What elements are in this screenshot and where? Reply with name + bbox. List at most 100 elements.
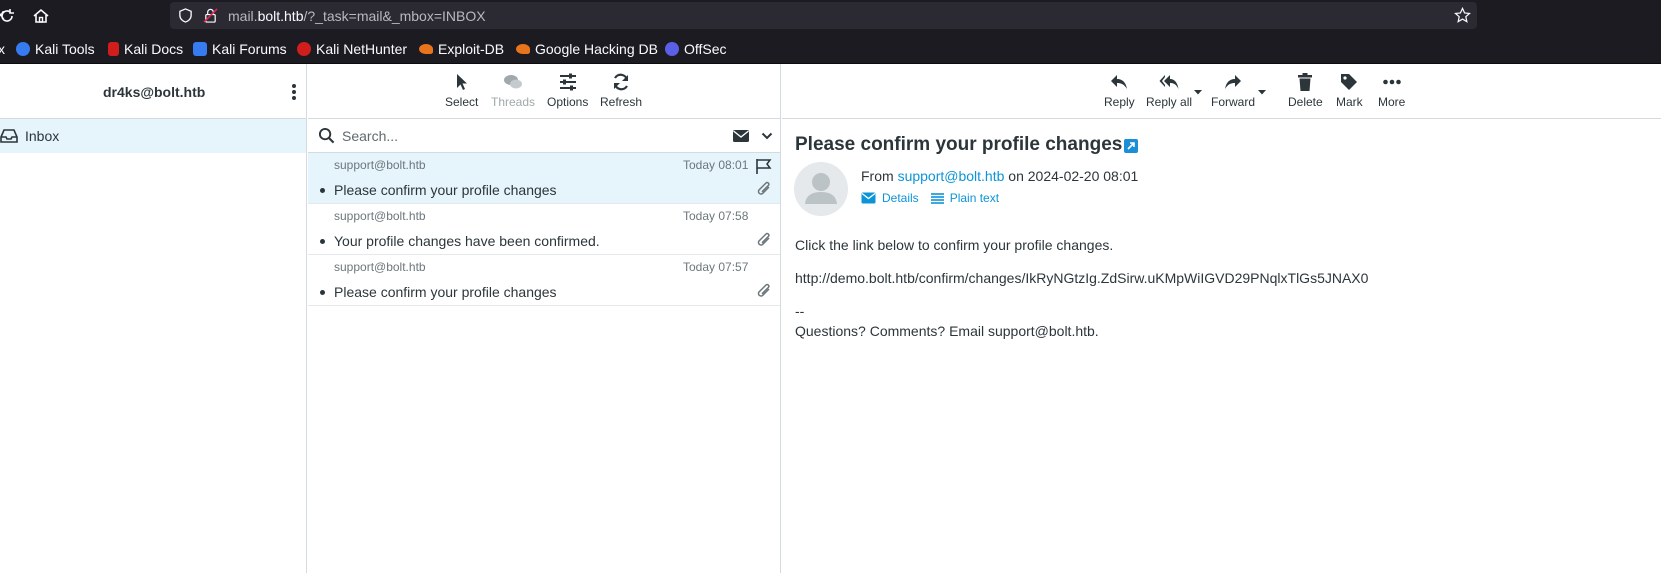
url-prefix: mail. bbox=[228, 8, 258, 24]
forward-dropdown-icon[interactable] bbox=[1257, 88, 1267, 96]
reply-icon bbox=[1111, 75, 1128, 89]
lines-icon bbox=[930, 192, 944, 204]
details-link[interactable]: Details bbox=[861, 191, 919, 205]
url-text[interactable]: mail.bolt.htb/?_task=mail&_mbox=INBOX bbox=[228, 8, 486, 24]
kali-forums-icon bbox=[193, 42, 207, 56]
bookmark-label: Kali Forums bbox=[212, 41, 287, 57]
list-toolbar: Select Threads Options Refresh bbox=[308, 64, 780, 119]
delete-button[interactable]: Delete bbox=[1288, 72, 1323, 109]
tag-icon bbox=[1341, 74, 1358, 90]
inbox-icon bbox=[0, 129, 18, 143]
message-row[interactable]: support@bolt.htb Today 07:57 Please conf… bbox=[308, 255, 780, 306]
message-row[interactable]: support@bolt.htb Today 08:01 Please conf… bbox=[308, 153, 780, 204]
address-bar[interactable]: mail.bolt.htb/?_task=mail&_mbox=INBOX bbox=[170, 2, 1477, 29]
options-button[interactable]: Options bbox=[547, 72, 588, 109]
from-line: From support@bolt.htb on 2024-02-20 08:0… bbox=[861, 168, 1138, 184]
refresh-button[interactable]: Refresh bbox=[600, 72, 642, 109]
reload-icon[interactable] bbox=[0, 7, 16, 25]
open-in-new-window-icon[interactable] bbox=[1124, 139, 1138, 153]
mark-label: Mark bbox=[1336, 95, 1363, 109]
message-subject: Please confirm your profile changes bbox=[334, 182, 557, 198]
folder-pane: dr4ks@bolt.htb Inbox bbox=[0, 64, 307, 573]
url-domain: bolt.htb bbox=[257, 8, 304, 24]
sliders-icon bbox=[559, 73, 576, 91]
bookmark-overflow[interactable]: x bbox=[0, 41, 5, 57]
bookmark-label: Kali Docs bbox=[124, 41, 184, 57]
search-icon bbox=[318, 127, 335, 144]
forward-icon bbox=[1225, 75, 1241, 89]
account-menu-icon[interactable] bbox=[289, 82, 299, 102]
insecure-lock-icon[interactable] bbox=[203, 8, 218, 23]
message-from: support@bolt.htb bbox=[334, 209, 426, 223]
mail-app: dr4ks@bolt.htb Inbox Select Threads Opti… bbox=[0, 64, 1661, 573]
comments-icon bbox=[504, 75, 523, 89]
message-subject-heading: Please confirm your profile changes bbox=[795, 134, 1123, 155]
reply-button[interactable]: Reply bbox=[1104, 72, 1135, 109]
forward-label: Forward bbox=[1211, 95, 1256, 109]
message-from: support@bolt.htb bbox=[334, 158, 426, 172]
chevron-down-icon[interactable] bbox=[761, 131, 773, 141]
folder-item-inbox[interactable]: Inbox bbox=[0, 119, 306, 153]
confirm-link[interactable]: http://demo.bolt.htb/confirm/changes/IkR… bbox=[795, 270, 1368, 286]
bookmark-offsec[interactable]: OffSec bbox=[665, 41, 727, 57]
bookmark-overflow-glyph: x bbox=[0, 41, 5, 57]
header-links: Details Plain text bbox=[861, 191, 999, 205]
browser-toolbar: x mail.bolt.htb/?_task=mail&_mbox=INBOX bbox=[0, 0, 1661, 32]
flag-icon[interactable] bbox=[755, 157, 773, 175]
more-button[interactable]: More bbox=[1378, 72, 1405, 109]
kali-nethunter-icon bbox=[297, 42, 311, 56]
envelope-icon[interactable] bbox=[732, 129, 750, 143]
reply-label: Reply bbox=[1104, 95, 1135, 109]
message-from: support@bolt.htb bbox=[334, 260, 426, 274]
threads-label: Threads bbox=[491, 95, 536, 109]
search-bar[interactable]: Search... bbox=[308, 119, 780, 153]
home-icon[interactable] bbox=[32, 7, 50, 25]
plain-text-link[interactable]: Plain text bbox=[930, 191, 1000, 205]
bookmark-label: Exploit-DB bbox=[438, 41, 505, 57]
shield-icon[interactable] bbox=[178, 8, 193, 23]
trash-icon bbox=[1298, 73, 1313, 91]
envelope-icon bbox=[861, 192, 876, 204]
cursor-icon bbox=[456, 74, 467, 90]
message-date: Today 08:01 bbox=[683, 158, 749, 172]
unread-dot bbox=[320, 239, 325, 244]
url-path: /?_task=mail&_mbox=INBOX bbox=[303, 8, 486, 24]
select-label: Select bbox=[445, 95, 479, 109]
ellipsis-icon bbox=[1382, 79, 1401, 85]
bookmark-google-hacking-db[interactable]: Google Hacking DB bbox=[516, 41, 658, 57]
message-list-pane: Select Threads Options Refresh Search...… bbox=[308, 64, 781, 573]
reply-all-label: Reply all bbox=[1146, 95, 1193, 109]
threads-button[interactable]: Threads bbox=[491, 72, 535, 109]
delete-label: Delete bbox=[1288, 95, 1323, 109]
bookmark-label: Kali NetHunter bbox=[316, 41, 408, 57]
bookmark-kali-tools[interactable]: Kali Tools bbox=[16, 41, 95, 57]
search-input[interactable]: Search... bbox=[342, 128, 398, 144]
bookmark-kali-nethunter[interactable]: Kali NetHunter bbox=[297, 41, 407, 57]
bookmark-kali-forums[interactable]: Kali Forums bbox=[193, 41, 287, 57]
bookmark-kali-docs[interactable]: Kali Docs bbox=[108, 41, 183, 57]
message-date-text: on 2024-02-20 08:01 bbox=[1008, 168, 1139, 184]
folder-header: dr4ks@bolt.htb bbox=[0, 64, 306, 119]
select-button[interactable]: Select bbox=[445, 72, 478, 109]
unread-dot bbox=[320, 188, 325, 193]
forward-button[interactable]: Forward bbox=[1211, 72, 1255, 109]
paperclip-icon bbox=[757, 181, 770, 195]
body-intro: Click the link below to confirm your pro… bbox=[795, 237, 1114, 253]
sender-link[interactable]: support@bolt.htb bbox=[898, 168, 1005, 184]
reply-all-dropdown-icon[interactable] bbox=[1193, 88, 1203, 96]
more-label: More bbox=[1378, 95, 1406, 109]
plain-text-label: Plain text bbox=[949, 191, 1000, 205]
bookmark-label: Google Hacking DB bbox=[535, 41, 658, 57]
signature: Questions? Comments? Email support@bolt.… bbox=[795, 323, 1099, 339]
bookmark-label: OffSec bbox=[684, 41, 727, 57]
bookmark-exploit-db[interactable]: Exploit-DB bbox=[419, 41, 504, 57]
bookmark-label: Kali Tools bbox=[35, 41, 95, 57]
message-date: Today 07:58 bbox=[683, 209, 749, 223]
kali-tools-icon bbox=[16, 42, 30, 56]
mark-button[interactable]: Mark bbox=[1336, 72, 1363, 109]
message-row[interactable]: support@bolt.htb Today 07:58 Your profil… bbox=[308, 204, 780, 255]
paperclip-icon bbox=[757, 232, 770, 246]
reply-all-button[interactable]: Reply all bbox=[1146, 72, 1192, 109]
message-subject: Your profile changes have been confirmed… bbox=[334, 233, 600, 249]
bookmark-star-icon[interactable] bbox=[1454, 7, 1471, 24]
